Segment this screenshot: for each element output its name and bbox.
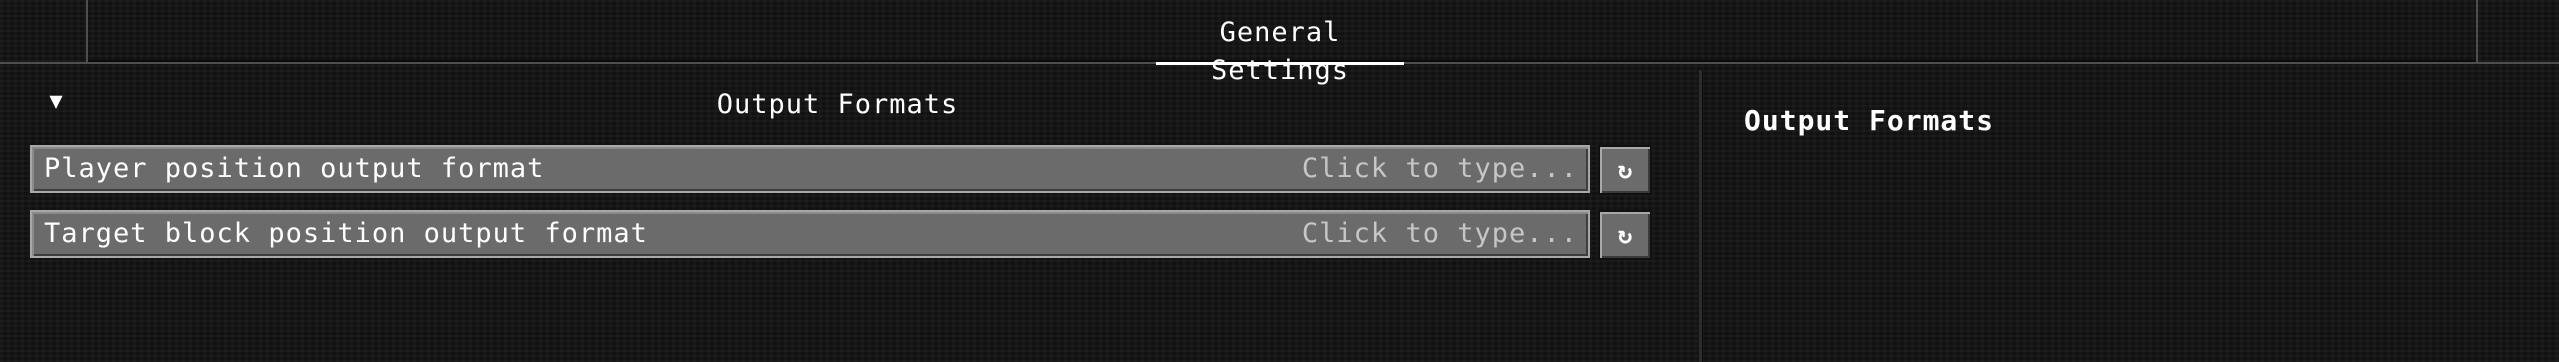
tab-frame-divider-left (0, 62, 88, 64)
reset-icon: ↻ (1617, 221, 1633, 249)
tab-frame-divider-right (2474, 62, 2559, 64)
player-position-format-field[interactable]: Player position output format Click to t… (30, 145, 1590, 193)
field-label: Target block position output format (44, 218, 648, 249)
tab-general-settings[interactable]: General Settings (1150, 14, 1410, 86)
reset-icon: ↻ (1617, 156, 1633, 184)
options-panel: ▼ Output Formats Player position output … (0, 70, 1700, 362)
top-tab-bar: General Settings (0, 0, 2559, 86)
reset-button[interactable]: ↻ (1598, 210, 1652, 260)
option-row-target-block-position: Target block position output format Clic… (30, 210, 1652, 260)
field-placeholder: Click to type... (1301, 153, 1578, 184)
active-tab-underline (1156, 62, 1404, 65)
section-title: Output Formats (716, 89, 959, 120)
chevron-down-icon[interactable]: ▼ (44, 90, 68, 114)
description-title: Output Formats (1744, 104, 1995, 137)
reset-button[interactable]: ↻ (1598, 145, 1652, 195)
option-row-player-position: Player position output format Click to t… (30, 145, 1652, 195)
target-block-position-format-field[interactable]: Target block position output format Clic… (30, 210, 1590, 258)
field-label: Player position output format (44, 153, 545, 184)
description-panel: Output Formats (1702, 70, 2559, 362)
field-placeholder: Click to type... (1301, 218, 1578, 249)
